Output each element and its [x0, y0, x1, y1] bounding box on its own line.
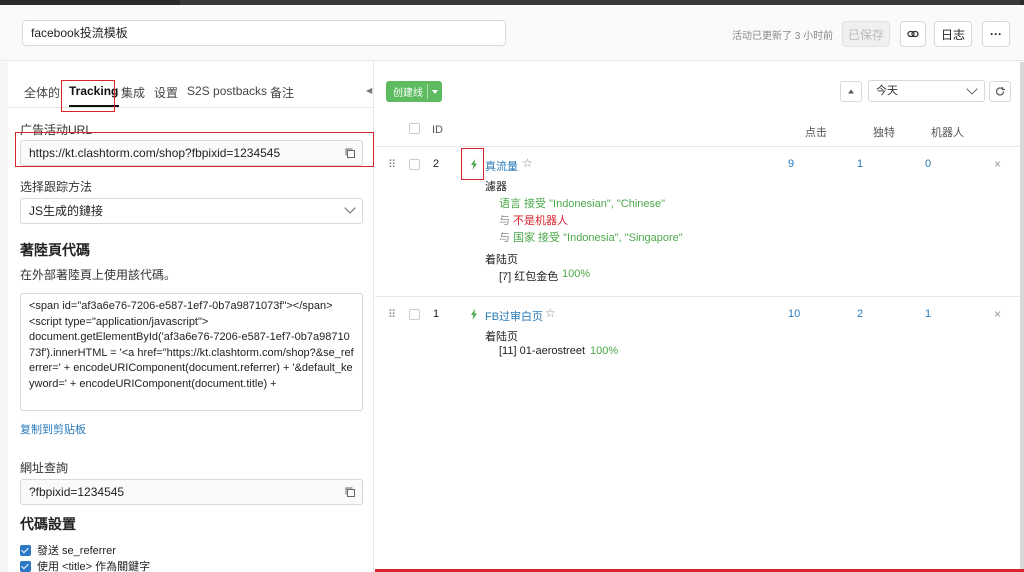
row-divider — [375, 296, 1024, 297]
delete-flow-icon[interactable]: × — [994, 157, 1001, 171]
column-id[interactable]: ID — [432, 124, 443, 136]
tracking-method-value: JS生成的鏈接 — [29, 204, 104, 218]
landing-title: 着陆页 — [485, 331, 518, 343]
filter-title: 濾器 — [485, 181, 507, 193]
highlight-box-icon — [461, 148, 484, 180]
delete-flow-icon[interactable]: × — [994, 307, 1001, 321]
flow-clicks[interactable]: 10 — [788, 308, 800, 320]
tracking-method-label: 选择跟踪方法 — [20, 180, 93, 194]
sort-up-button[interactable] — [840, 81, 862, 102]
flow-id: 1 — [433, 308, 440, 320]
landing-item[interactable]: [11] 01-aerostreet — [499, 345, 585, 357]
lightning-icon — [471, 309, 477, 320]
flow-clicks[interactable]: 9 — [788, 158, 794, 170]
flow-name-link[interactable]: FB过审白页 — [485, 308, 543, 324]
landing-title: 着陆页 — [485, 254, 518, 266]
refresh-icon — [995, 87, 1005, 96]
chevron-down-icon — [344, 202, 356, 214]
checkbox-title-keyword[interactable]: 使用 <title> 作為關鍵字 — [20, 558, 150, 572]
flow-id: 2 — [433, 158, 440, 170]
more-button[interactable]: ··· — [982, 21, 1010, 47]
create-flow-label: 创建线 — [393, 88, 423, 99]
highlight-box-tab — [61, 80, 115, 112]
checkbox-title-keyword-label: 使用 <title> 作為關鍵字 — [37, 561, 151, 572]
settings-panel: 全体的 Tracking 集成 设置 S2S postbacks 备注 ◀ 广告… — [8, 62, 374, 572]
log-button[interactable]: 日志 — [934, 21, 972, 47]
code-settings-title: 代碼設置 — [20, 516, 76, 532]
updated-status: 活动已更新了 3 小时前 — [732, 31, 834, 42]
checkbox-se-referrer-label: 發送 se_referrer — [37, 545, 116, 557]
header: facebook投流模板 活动已更新了 3 小时前 已保存 日志 ··· — [0, 5, 1024, 61]
flow-unique[interactable]: 1 — [857, 158, 863, 170]
tab-general[interactable]: 全体的 — [24, 84, 60, 101]
row-checkbox[interactable] — [409, 309, 420, 320]
query-field[interactable]: ?fbpixid=1234545 — [20, 479, 363, 505]
landing-code-textarea[interactable]: <span id="af3a6e76-7206-e587-1ef7-0b7a98… — [20, 293, 363, 411]
flow-unique[interactable]: 2 — [857, 308, 863, 320]
landing-item[interactable]: [7] 红包金色 — [499, 268, 558, 284]
left-gutter — [0, 62, 8, 572]
collapse-left-icon[interactable]: ◀ — [366, 86, 372, 95]
checkbox-checked-icon[interactable] — [20, 560, 31, 572]
star-icon[interactable]: ☆ — [545, 306, 556, 320]
column-unique[interactable]: 独特 — [873, 124, 895, 140]
star-icon[interactable]: ☆ — [522, 156, 533, 170]
chevron-down-icon — [966, 83, 978, 95]
drag-handle-icon[interactable]: ⠿ — [388, 308, 396, 321]
tab-settings[interactable]: 设置 — [154, 84, 178, 101]
landing-code-desc: 在外部著陸頁上使用該代碼。 — [20, 268, 177, 282]
date-range-select[interactable]: 今天 — [868, 80, 985, 102]
checkbox-se-referrer[interactable]: 發送 se_referrer — [20, 542, 116, 558]
column-bots[interactable]: 机器人 — [931, 124, 964, 140]
filter-and: 与 — [499, 215, 510, 227]
refresh-button[interactable] — [989, 81, 1011, 102]
highlight-box-url — [15, 132, 374, 167]
date-range-value: 今天 — [876, 85, 898, 97]
flows-panel: 创建线 今天 ID 点击 独特 机器人 ⠿ 2 真流量 ☆ 9 1 0 × 濾器… — [375, 62, 1024, 572]
select-all-checkbox[interactable] — [409, 123, 420, 134]
landing-code-title: 著陸頁代碼 — [20, 242, 90, 258]
filter-country[interactable]: 国家 接受 "Indonesia", "Singapore" — [513, 229, 683, 245]
header-divider — [375, 146, 1024, 147]
filter-language[interactable]: 语言 接受 "Indonesian", "Chinese" — [499, 195, 665, 211]
create-flow-button[interactable]: 创建线 — [386, 81, 442, 102]
link-button[interactable] — [900, 21, 926, 47]
tab-s2s-postbacks[interactable]: S2S postbacks — [187, 84, 267, 98]
query-value: ?fbpixid=1234545 — [29, 485, 125, 499]
caret-down-icon[interactable] — [432, 90, 438, 94]
campaign-title-input[interactable]: facebook投流模板 — [22, 20, 506, 46]
filter-and: 与 — [499, 232, 510, 244]
flow-name-link[interactable]: 真流量 — [485, 158, 518, 174]
button-separator — [427, 84, 428, 99]
window-scroll-edge — [1020, 62, 1024, 572]
row-checkbox[interactable] — [409, 159, 420, 170]
query-label: 網址查詢 — [20, 461, 69, 475]
checkbox-checked-icon[interactable] — [20, 544, 31, 556]
copy-clipboard-link[interactable]: 复制到剪贴板 — [20, 421, 86, 437]
copy-icon[interactable] — [344, 486, 356, 498]
landing-share: 100% — [562, 268, 591, 280]
link-icon — [907, 30, 919, 38]
tracking-method-select[interactable]: JS生成的鏈接 — [20, 198, 363, 224]
column-clicks[interactable]: 点击 — [805, 124, 827, 140]
tab-integration[interactable]: 集成 — [121, 84, 145, 101]
save-button[interactable]: 已保存 — [842, 21, 890, 47]
landing-share: 100% — [590, 345, 619, 357]
tab-notes[interactable]: 备注 — [270, 84, 294, 101]
drag-handle-icon[interactable]: ⠿ — [388, 158, 396, 171]
triangle-up-icon — [848, 89, 854, 94]
filter-not-bot[interactable]: 不是机器人 — [513, 212, 568, 228]
flow-bots[interactable]: 1 — [925, 308, 931, 320]
flow-bots[interactable]: 0 — [925, 158, 931, 170]
